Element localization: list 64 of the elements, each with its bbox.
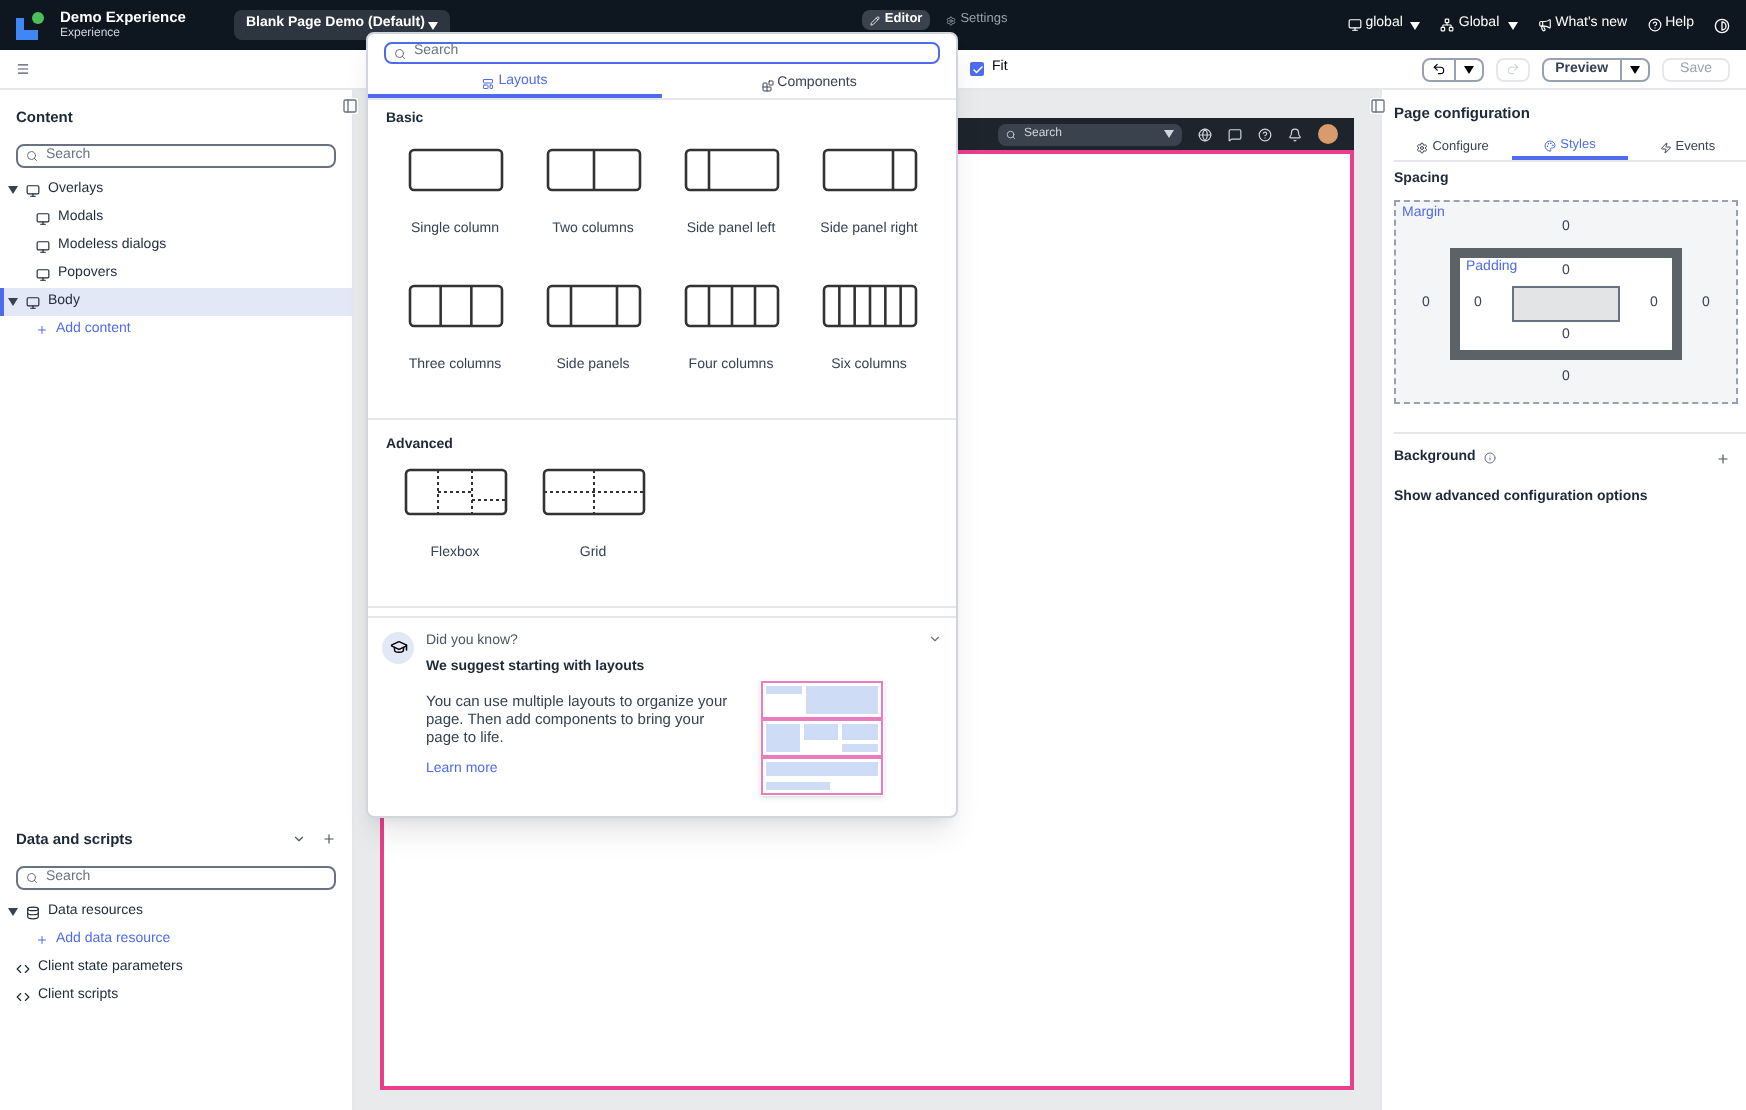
pencil-icon [870, 15, 881, 25]
search-icon [1006, 129, 1016, 139]
layout-icon [407, 147, 503, 191]
caret-icon[interactable] [8, 908, 18, 916]
chat-icon [1228, 127, 1242, 141]
window-icon [36, 267, 50, 282]
search-icon [26, 872, 38, 884]
hierarchy-icon [1440, 18, 1455, 32]
code-icon [16, 961, 30, 975]
content-box [1512, 285, 1620, 322]
window-icon [26, 183, 40, 198]
search-icon [394, 47, 406, 59]
redo-icon [1505, 62, 1520, 76]
collapse-panel-icon[interactable] [1370, 98, 1386, 114]
caret-icon[interactable] [8, 298, 18, 307]
caret-icon [1164, 130, 1174, 138]
theme-toggle-icon[interactable] [1714, 17, 1730, 33]
logo-icon [16, 11, 44, 39]
layout-icon [683, 284, 779, 328]
blocks-icon [761, 79, 774, 91]
caret-icon[interactable] [1410, 21, 1421, 29]
add-icon[interactable] [322, 831, 336, 846]
window-icon [36, 239, 50, 254]
window-icon [26, 295, 40, 310]
gear-icon [1416, 141, 1429, 154]
layout-icon [482, 77, 495, 89]
graduation-cap-icon [382, 631, 414, 663]
flexbox-icon [403, 468, 507, 516]
bell-icon [1288, 127, 1302, 141]
grid-icon [541, 468, 645, 516]
layout-icon [545, 147, 641, 191]
globe-icon [1198, 127, 1212, 141]
collapse-panel-icon[interactable] [342, 98, 358, 114]
layout-icon [545, 284, 641, 328]
plus-icon [36, 324, 48, 337]
caret-icon [1463, 65, 1474, 73]
add-icon[interactable] [1716, 451, 1730, 465]
megaphone-icon [1537, 18, 1552, 32]
check-icon [971, 63, 983, 75]
lightning-icon [1659, 141, 1672, 154]
chevron-icon[interactable] [928, 631, 942, 645]
collapse-icon[interactable] [292, 831, 306, 846]
avatar [1318, 124, 1338, 144]
database-icon [26, 905, 40, 919]
help-icon [1647, 18, 1662, 32]
monitor-icon [1347, 18, 1362, 32]
layout-icon [821, 284, 917, 328]
menu-icon[interactable] [16, 62, 30, 76]
code-icon [16, 989, 30, 1003]
layout-icon [407, 284, 503, 328]
plus-icon [36, 934, 48, 946]
help-icon [1258, 127, 1272, 141]
info-icon [1483, 452, 1496, 464]
gear-icon [946, 15, 957, 25]
caret-icon[interactable] [1507, 21, 1518, 29]
layout-icon [683, 147, 779, 191]
layout-icon [821, 147, 917, 191]
caret-icon[interactable] [8, 186, 18, 195]
search-icon [26, 150, 38, 163]
palette-icon [1544, 139, 1557, 152]
layout-illustration [760, 679, 884, 795]
caret-icon [1630, 65, 1641, 73]
window-icon [36, 211, 50, 226]
undo-icon [1431, 62, 1446, 76]
